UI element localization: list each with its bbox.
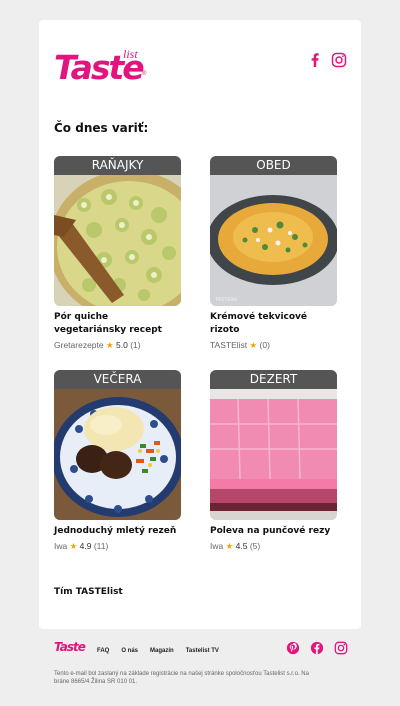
recipe-image[interactable]: Obed TASTElist [210, 156, 337, 306]
quiche-photo [54, 175, 181, 306]
risotto-photo: TASTElist [210, 175, 337, 306]
logo-subtext: list [123, 47, 138, 61]
rating-value: 5.0 [116, 340, 128, 350]
recipe-author: Iwa [54, 541, 68, 551]
recipe-image[interactable]: Raňajky [54, 156, 181, 306]
recipe-author: TASTElist [210, 340, 248, 350]
recipe-author: Iwa [210, 541, 224, 551]
logo-registered-mark: ® [142, 71, 147, 77]
section-heading: Čo dnes variť: [54, 121, 149, 135]
schnitzel-photo [54, 389, 181, 520]
instagram-icon[interactable] [331, 52, 347, 68]
footer-disclaimer: Tento e-mail bol zaslaný na základe regi… [54, 671, 309, 685]
rating-count: (11) [93, 541, 109, 551]
recipe-image[interactable]: Dezert [210, 370, 337, 520]
footer-logo[interactable]: Taste [54, 640, 86, 654]
footer-link-faq[interactable]: FAQ [97, 648, 109, 654]
recipe-title[interactable]: Poleva na punčové rezy [210, 525, 337, 538]
signoff-text: Tím TASTElist [54, 587, 123, 597]
svg-text:TASTElist: TASTElist [215, 297, 237, 303]
category-label: Dezert [210, 370, 337, 389]
email-card: Taste list ® Čo dnes variť: Raňajky [39, 20, 361, 629]
facebook-icon[interactable] [310, 641, 324, 655]
recipe-card[interactable]: Obed TASTElist Krémové tekvicové rizoto … [210, 156, 337, 351]
recipe-card[interactable]: Večera Jednoduchý mletý rezeň Iwa [54, 370, 181, 552]
recipe-card[interactable]: Raňajky Pór quiche vegetariáns [54, 156, 181, 351]
rating-value: 4.5 [235, 541, 248, 551]
rating-count: (5) [249, 541, 261, 551]
recipe-title[interactable]: Krémové tekvicové rizoto [210, 311, 337, 337]
star-icon: ★ [106, 340, 114, 350]
instagram-icon[interactable] [334, 641, 348, 655]
recipe-card[interactable]: Dezert Poleva na punčové rezy Iwa ★ 4.5 … [210, 370, 337, 552]
recipe-title[interactable]: Pór quiche vegetariánsky recept [54, 311, 181, 337]
footer-links: FAQ O nás Magazín Tastelist TV [97, 648, 219, 654]
recipe-title[interactable]: Jednoduchý mletý rezeň [54, 525, 181, 538]
facebook-icon[interactable] [307, 52, 323, 68]
star-icon: ★ [69, 541, 78, 551]
recipe-meta: TASTElist ★ (0) [210, 340, 337, 351]
rating-count: (1) [130, 340, 141, 350]
category-label: Raňajky [54, 156, 181, 175]
recipe-meta: Gretarezepte ★ 5.0 (1) [54, 340, 181, 351]
pinterest-icon[interactable] [286, 641, 300, 655]
recipe-meta: Iwa ★ 4.5 (5) [210, 541, 337, 552]
star-icon: ★ [249, 340, 258, 350]
category-label: Večera [54, 370, 181, 389]
recipe-image[interactable]: Večera [54, 370, 181, 520]
rating-value: 4.9 [79, 541, 92, 551]
recipe-meta: Iwa ★ 4.9 (11) [54, 541, 181, 552]
punch-cake-photo [210, 389, 337, 520]
footer-link-tv[interactable]: Tastelist TV [186, 648, 219, 654]
category-label: Obed [210, 156, 337, 175]
footer-link-about[interactable]: O nás [121, 648, 138, 654]
rating-count: (0) [259, 340, 270, 350]
tastelist-logo[interactable]: Taste list ® [54, 47, 148, 85]
footer-link-magazine[interactable]: Magazín [150, 648, 174, 654]
star-icon: ★ [225, 541, 234, 551]
recipe-author: Gretarezepte [54, 340, 104, 350]
